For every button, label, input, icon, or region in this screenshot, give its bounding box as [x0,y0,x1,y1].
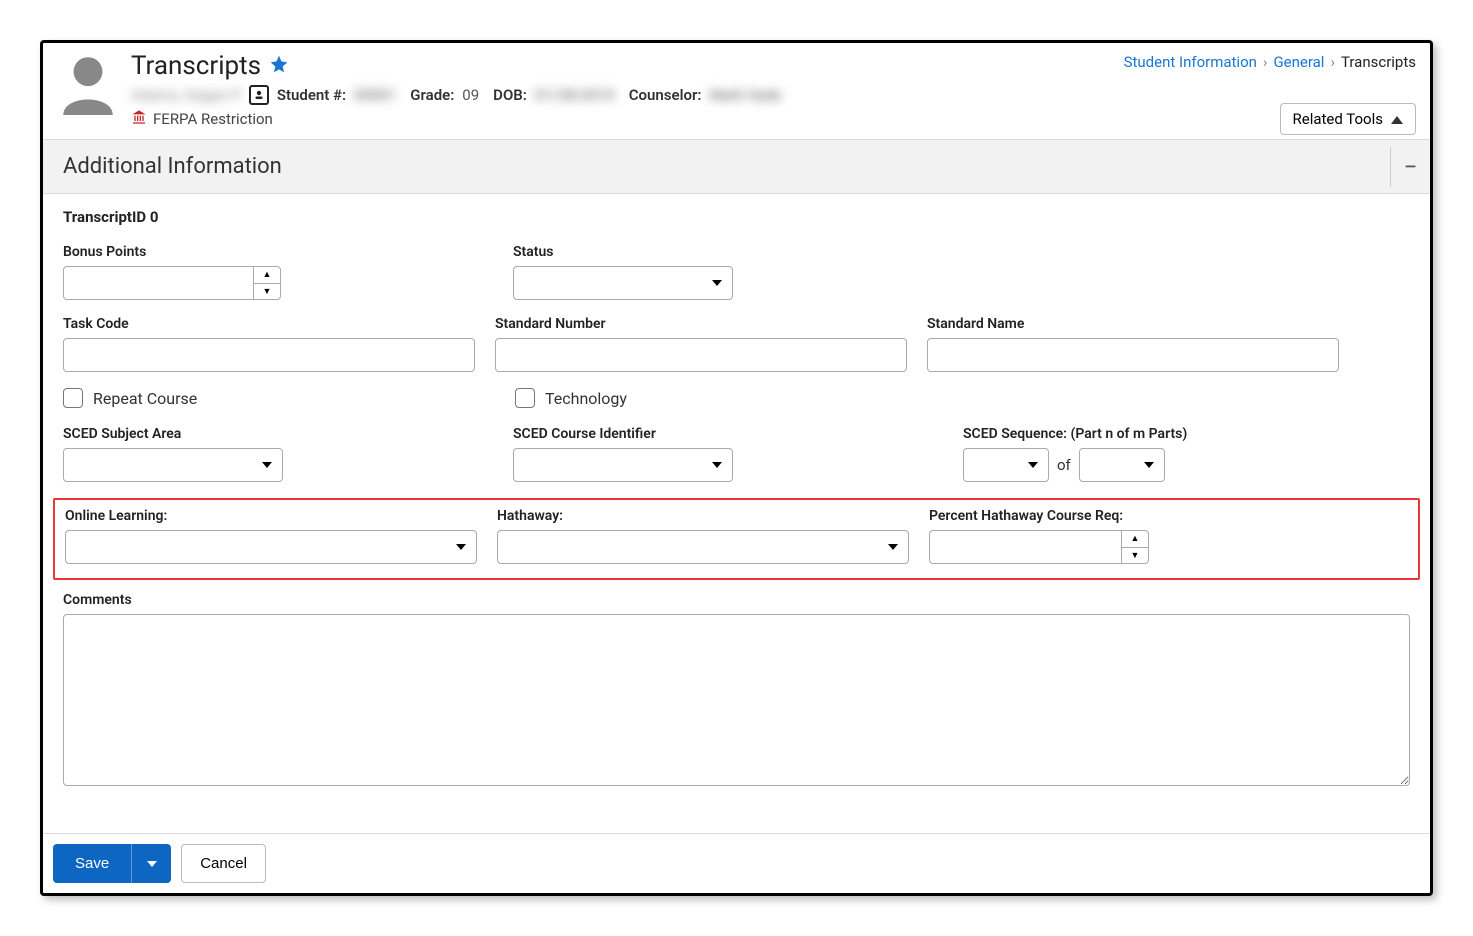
sced-subject-select[interactable] [63,448,283,482]
dob-label: DOB: [493,86,527,104]
student-num-value: 00001 [354,86,396,104]
avatar [55,51,121,117]
ferpa-label: FERPA Restriction [153,110,273,128]
id-card-icon[interactable] [249,85,269,105]
counselor-value: Mark Hyde [709,86,781,104]
checkbox-icon [63,388,83,408]
related-tools-button[interactable]: Related Tools [1280,103,1416,135]
comments-textarea[interactable] [63,614,1410,786]
section-header: Additional Information − [43,139,1430,194]
section-title: Additional Information [63,154,282,179]
save-dropdown-button[interactable] [131,844,171,883]
dob-value: 01/28/2010 [535,86,615,104]
student-name: Adams, Degan P [131,86,241,104]
breadcrumb-student-info[interactable]: Student Information [1124,53,1257,71]
related-tools-label: Related Tools [1293,110,1383,128]
sced-course-id-select[interactable] [513,448,733,482]
bonus-points-stepper[interactable]: ▲▼ [253,266,281,300]
status-label: Status [513,244,733,260]
repeat-course-label: Repeat Course [93,389,197,408]
bonus-points-input[interactable] [63,266,253,300]
page-title: Transcripts [131,51,261,81]
counselor-label: Counselor: [629,86,702,104]
breadcrumb: Student Information › General › Transcri… [1124,53,1416,71]
ferpa-icon [131,109,147,129]
checkbox-icon [515,388,535,408]
student-num-label: Student #: [277,86,346,104]
technology-checkbox[interactable]: Technology [515,388,627,408]
percent-hathaway-stepper[interactable]: ▲▼ [1121,530,1149,564]
task-code-input[interactable] [63,338,475,372]
sced-seq-m-select[interactable] [1079,448,1165,482]
repeat-course-checkbox[interactable]: Repeat Course [63,388,495,408]
breadcrumb-general[interactable]: General [1273,53,1324,71]
favorite-star-icon[interactable] [269,54,289,78]
collapse-section-button[interactable]: − [1390,147,1430,187]
sced-sequence-label: SCED Sequence: (Part n of m Parts) [963,426,1187,442]
page-header: Transcripts Adams, Degan P Student #: 00… [43,43,1430,133]
status-select[interactable] [513,266,733,300]
percent-hathaway-label: Percent Hathaway Course Req: [929,508,1149,524]
chevron-up-icon [1391,110,1403,128]
standard-name-input[interactable] [927,338,1339,372]
transcript-id-label: TranscriptID 0 [63,208,1410,226]
highlighted-region: Online Learning: Hathaway: Percent Hatha… [53,498,1420,580]
chevron-down-icon [147,861,157,867]
save-button[interactable]: Save [53,844,131,883]
technology-label: Technology [545,389,627,408]
online-learning-select[interactable] [65,530,477,564]
grade-label: Grade: [410,86,454,104]
chevron-right-icon: › [1263,53,1268,71]
sced-of-label: of [1057,456,1071,474]
bonus-points-label: Bonus Points [63,244,283,260]
grade-value: 09 [462,86,479,104]
sced-subject-label: SCED Subject Area [63,426,283,442]
standard-number-label: Standard Number [495,316,907,332]
standard-number-input[interactable] [495,338,907,372]
sced-course-id-label: SCED Course Identifier [513,426,733,442]
cancel-button[interactable]: Cancel [181,844,266,883]
sced-seq-n-select[interactable] [963,448,1049,482]
percent-hathaway-input[interactable] [929,530,1121,564]
hathaway-select[interactable] [497,530,909,564]
standard-name-label: Standard Name [927,316,1339,332]
task-code-label: Task Code [63,316,475,332]
chevron-right-icon: › [1330,53,1335,71]
comments-label: Comments [63,592,1410,608]
hathaway-label: Hathaway: [497,508,909,524]
footer-bar: Save Cancel [43,833,1430,893]
breadcrumb-current: Transcripts [1341,53,1416,71]
online-learning-label: Online Learning: [65,508,477,524]
